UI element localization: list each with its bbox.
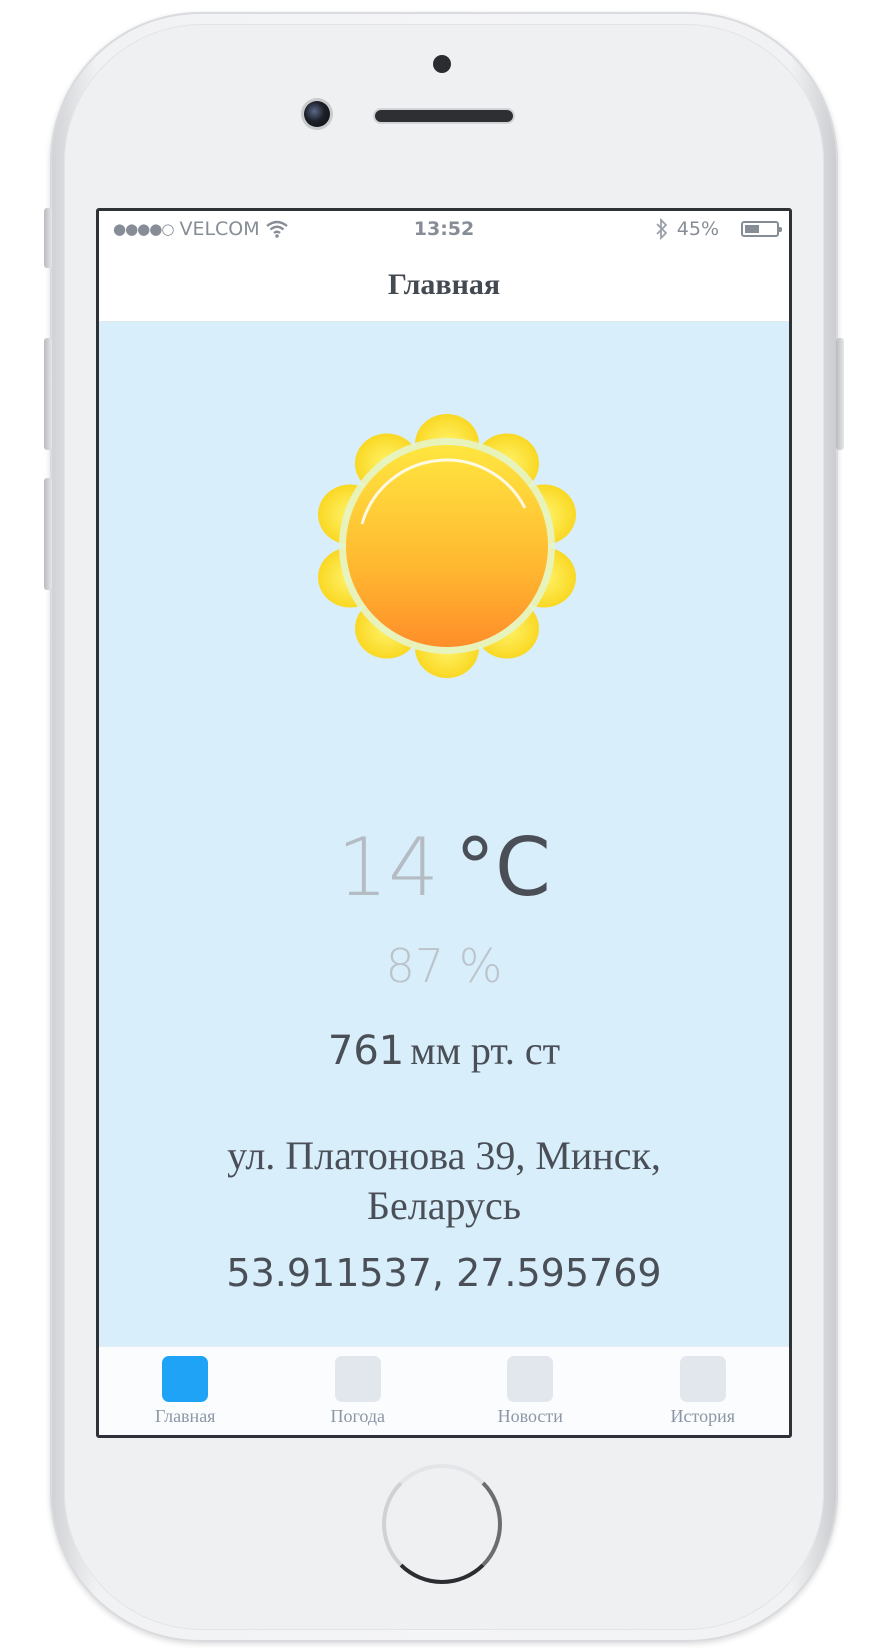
phone-screen: ●●●●○ VELCOM 13:52 45% Главная 14 °C 87 … <box>96 208 792 1438</box>
power-button <box>836 338 844 450</box>
pressure-display: 761 мм рт. ст <box>99 1027 789 1074</box>
earpiece-speaker <box>375 110 513 122</box>
mute-switch <box>44 208 52 268</box>
page-title: Главная <box>387 268 501 301</box>
tab-news[interactable]: Новости <box>444 1347 617 1435</box>
battery-icon <box>741 221 782 237</box>
pressure-unit: мм рт. ст <box>410 1028 561 1073</box>
humidity-value: 87 % <box>385 939 503 993</box>
tab-history-icon <box>679 1356 726 1402</box>
temperature-unit: °C <box>454 821 551 914</box>
volume-up-button <box>44 338 52 450</box>
tab-home-icon <box>162 1356 209 1402</box>
battery-percent: 45% <box>676 218 719 240</box>
tab-home[interactable]: Главная <box>99 1347 272 1435</box>
temperature-display: 14 °C <box>99 821 789 914</box>
tab-bar: Главная Погода Новости История <box>99 1346 789 1435</box>
tab-weather-label: Погода <box>330 1406 386 1426</box>
pressure-value: 761 <box>327 1028 405 1074</box>
proximity-sensor <box>433 55 451 73</box>
tab-weather-icon <box>334 1356 381 1402</box>
battery-level <box>745 225 759 233</box>
bluetooth-icon <box>656 218 668 240</box>
tab-news-icon <box>507 1356 554 1402</box>
tab-home-label: Главная <box>155 1406 216 1426</box>
volume-down-button <box>44 478 52 590</box>
location-coordinates: 53.911537, 27.595769 <box>226 1251 662 1295</box>
tab-weather[interactable]: Погода <box>272 1347 445 1435</box>
status-bar: ●●●●○ VELCOM 13:52 45% <box>99 211 789 249</box>
status-battery-group: 45% <box>655 218 782 240</box>
tab-history[interactable]: История <box>617 1347 790 1435</box>
tab-news-label: Новости <box>497 1406 563 1426</box>
tab-history-label: История <box>670 1406 736 1426</box>
location-address: ул. Платонова 39, Минск, Беларусь <box>227 1133 661 1228</box>
temperature-value: 14 <box>337 821 439 914</box>
front-camera <box>304 101 330 127</box>
sun-icon <box>307 406 587 686</box>
home-button[interactable] <box>382 1464 502 1584</box>
navigation-bar: Главная <box>99 249 789 322</box>
